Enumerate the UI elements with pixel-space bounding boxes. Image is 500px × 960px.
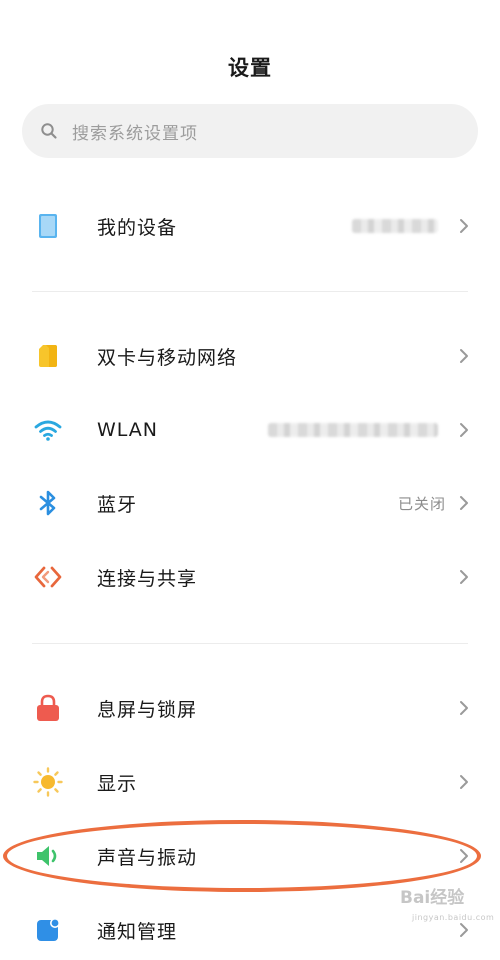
notification-icon <box>33 915 63 945</box>
settings-item-label: 双卡与移动网络 <box>97 346 238 369</box>
section-divider <box>32 291 468 292</box>
sun-icon <box>33 767 63 797</box>
chevron-right-icon <box>460 701 468 715</box>
settings-item-dual-sim[interactable]: 双卡与移动网络 <box>0 326 500 386</box>
settings-item-label: WLAN <box>97 419 159 441</box>
phone-icon <box>33 211 63 241</box>
search-placeholder: 搜索系统设置项 <box>72 123 198 144</box>
lock-icon <box>33 693 63 723</box>
sim-card-icon <box>33 341 63 371</box>
chevron-right-icon <box>460 349 468 363</box>
settings-item-lock-screen[interactable]: 息屏与锁屏 <box>0 678 500 738</box>
settings-item-label: 连接与共享 <box>97 567 198 590</box>
search-bar[interactable]: 搜索系统设置项 <box>22 104 478 158</box>
settings-item-my-device[interactable]: 我的设备 <box>0 196 500 256</box>
chevron-right-icon <box>460 496 468 510</box>
settings-item-label: 息屏与锁屏 <box>97 698 198 721</box>
watermark-url: jingyan.baidu.com <box>412 913 495 922</box>
settings-item-bluetooth[interactable]: 蓝牙 已关闭 <box>0 473 500 533</box>
settings-item-sound-vibration[interactable]: 声音与振动 <box>0 826 500 886</box>
share-icon <box>33 562 63 592</box>
watermark-logo-text: Bai经验 <box>400 888 465 908</box>
settings-item-display[interactable]: 显示 <box>0 752 500 812</box>
settings-item-label: 我的设备 <box>97 216 178 239</box>
section-divider <box>32 643 468 644</box>
chevron-right-icon <box>460 849 468 863</box>
settings-item-label: 蓝牙 <box>97 493 138 516</box>
speaker-icon <box>33 841 63 871</box>
settings-item-label: 通知管理 <box>97 920 178 943</box>
settings-item-label: 显示 <box>97 772 138 795</box>
settings-item-label: 声音与振动 <box>97 846 198 869</box>
wifi-icon <box>33 415 63 445</box>
chevron-right-icon <box>460 219 468 233</box>
bluetooth-icon <box>33 488 63 518</box>
device-name-blurred <box>352 219 438 233</box>
chevron-right-icon <box>460 775 468 789</box>
search-icon <box>40 122 58 140</box>
settings-item-connection-sharing[interactable]: 连接与共享 <box>0 547 500 607</box>
bluetooth-status: 已关闭 <box>397 494 446 513</box>
settings-item-wlan[interactable]: WLAN <box>0 400 500 460</box>
chevron-right-icon <box>460 423 468 437</box>
chevron-right-icon <box>460 570 468 584</box>
page-title: 设置 <box>228 56 272 80</box>
watermark: Bai经验 jingyan.baidu.com <box>400 888 495 932</box>
wifi-network-name-blurred <box>268 423 438 437</box>
